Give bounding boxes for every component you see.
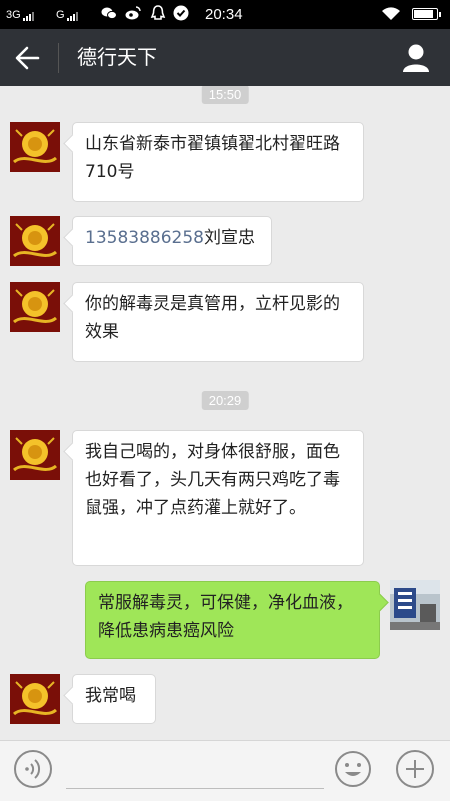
avatar[interactable] <box>10 216 60 266</box>
signal-bars-icon <box>22 9 35 21</box>
weibo-icon <box>125 6 141 20</box>
chat-title: 德行天下 <box>77 45 157 69</box>
avatar[interactable] <box>10 122 60 172</box>
message-bubble[interactable]: 我常喝 <box>72 674 156 724</box>
message-bubble[interactable]: 常服解毒灵，可保健，净化血液，降低患病患癌风险 <box>85 581 380 659</box>
battery-charging-icon <box>412 8 441 20</box>
dragon-avatar-icon <box>10 216 60 266</box>
voice-wave-icon <box>25 759 41 779</box>
status-bar: 3G G 20:34 <box>0 0 450 29</box>
avatar[interactable] <box>10 674 60 724</box>
my-avatar[interactable] <box>390 580 440 630</box>
check-circle-icon <box>173 5 189 21</box>
title-bar: 德行天下 <box>0 29 450 86</box>
wechat-icon <box>101 7 117 20</box>
sim2-label: G <box>56 9 65 21</box>
qq-icon <box>150 5 166 20</box>
wifi-icon <box>382 7 400 20</box>
storefront-avatar-icon <box>390 580 440 630</box>
dragon-avatar-icon <box>10 430 60 480</box>
sim1-signal: 3G <box>6 9 35 21</box>
dragon-avatar-icon <box>10 122 60 172</box>
arrow-left-icon[interactable] <box>14 45 42 71</box>
message-bubble[interactable]: 山东省新泰市翟镇镇翟北村翟旺路710号 <box>72 122 364 202</box>
avatar[interactable] <box>10 430 60 480</box>
dragon-avatar-icon <box>10 674 60 724</box>
message-bubble[interactable]: 你的解毒灵是真管用，立杆见影的效果 <box>72 282 364 362</box>
dragon-avatar-icon <box>10 282 60 332</box>
title-divider <box>58 43 59 73</box>
message-bubble[interactable]: 我自己喝的，对身体很舒服，面色也好看了，头几天有两只鸡吃了毒鼠强，冲了点药灌上就… <box>72 430 364 566</box>
emoji-icon[interactable] <box>334 750 372 788</box>
phone-number-link[interactable]: 13583886258 <box>85 228 204 248</box>
message-text: 刘宣忠 <box>203 228 255 248</box>
sim2-signal: G <box>56 9 79 21</box>
message-input[interactable] <box>66 788 324 789</box>
voice-icon[interactable] <box>14 750 52 788</box>
avatar[interactable] <box>10 282 60 332</box>
timestamp: 15:50 <box>201 86 249 104</box>
person-icon[interactable] <box>402 43 430 73</box>
message-bubble[interactable]: 13583886258刘宣忠 <box>72 216 272 266</box>
sim1-label: 3G <box>6 9 21 21</box>
clock: 20:34 <box>205 6 243 23</box>
timestamp: 20:29 <box>201 391 249 410</box>
signal-bars-icon <box>66 9 79 21</box>
plus-icon[interactable] <box>396 750 434 788</box>
chat-area[interactable]: 15:50 山东省新泰市翟镇镇翟北村翟旺路710号 13583886258刘宣忠… <box>0 86 450 740</box>
input-bar <box>0 740 450 801</box>
